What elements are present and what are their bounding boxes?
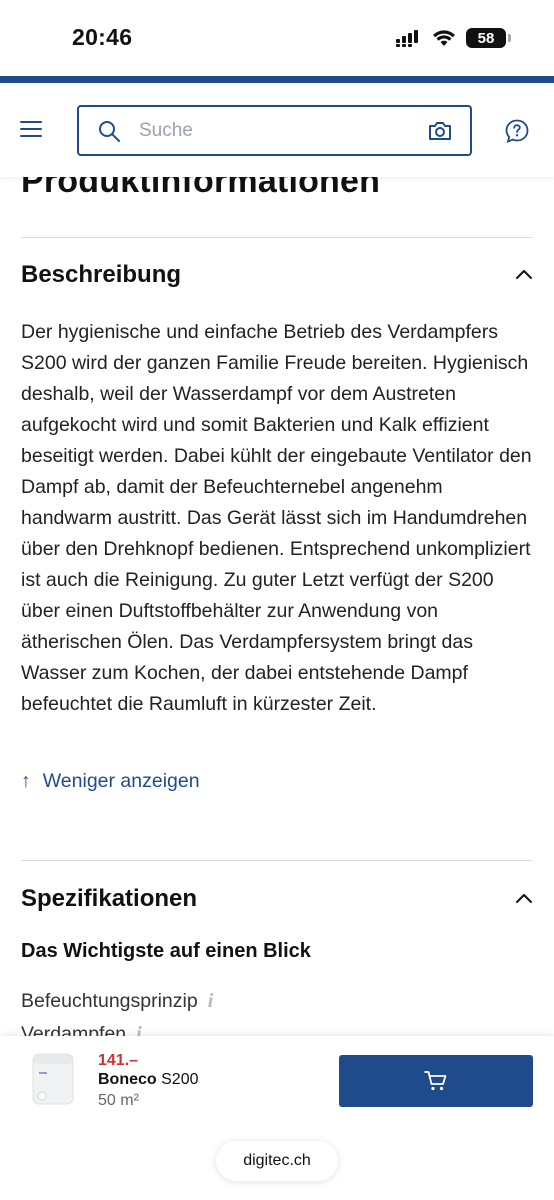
search-bar[interactable]	[77, 105, 472, 156]
product-price: 141.–	[98, 1052, 139, 1069]
description-text: Der hygienische und einfache Betrieb des…	[21, 321, 532, 715]
wifi-icon	[433, 30, 455, 46]
spec-row: Befeuchtungsprinzip i	[21, 990, 213, 1013]
battery-level: 58	[477, 29, 495, 47]
spec-label: Befeuchtungsprinzip	[21, 990, 198, 1012]
status-bar: 20:46 58	[0, 0, 554, 76]
shopping-cart-icon	[424, 1071, 447, 1091]
show-less-label: Weniger anzeigen	[42, 770, 200, 792]
browser-url-pill[interactable]: digitec.ch	[216, 1141, 338, 1181]
status-time: 20:46	[72, 24, 133, 50]
help-icon[interactable]	[505, 119, 529, 143]
battery-indicator: 58	[466, 28, 511, 48]
product-brand: Boneco	[98, 1071, 157, 1088]
product-name[interactable]: Boneco S200	[98, 1071, 199, 1089]
status-icons: 58	[396, 26, 511, 50]
hamburger-menu-icon[interactable]	[20, 121, 42, 137]
product-image[interactable]	[28, 1050, 78, 1110]
camera-icon[interactable]	[428, 120, 452, 142]
cellular-signal-icon	[396, 30, 418, 47]
arrow-up-icon: ↑	[21, 770, 31, 792]
specs-subheading: Das Wichtigste auf einen Blick	[21, 940, 311, 962]
show-less-link[interactable]: ↑ Weniger anzeigen	[21, 770, 200, 793]
product-model: S200	[161, 1071, 199, 1088]
section-title-description: Beschreibung	[21, 261, 182, 288]
chevron-up-icon[interactable]	[515, 268, 533, 280]
search-icon	[99, 121, 120, 142]
brand-rule	[0, 76, 554, 83]
info-icon[interactable]: i	[208, 990, 214, 1013]
divider	[21, 860, 533, 861]
sticky-cart-bar: 141.– Boneco S200 50 m² digitec.ch	[0, 1036, 554, 1200]
search-input[interactable]	[139, 115, 409, 147]
chevron-up-icon[interactable]	[515, 892, 533, 904]
divider	[21, 237, 533, 238]
site-header	[0, 83, 554, 177]
add-to-cart-button[interactable]	[339, 1055, 533, 1107]
product-area: 50 m²	[98, 1092, 139, 1109]
section-title-specifications: Spezifikationen	[21, 885, 198, 912]
